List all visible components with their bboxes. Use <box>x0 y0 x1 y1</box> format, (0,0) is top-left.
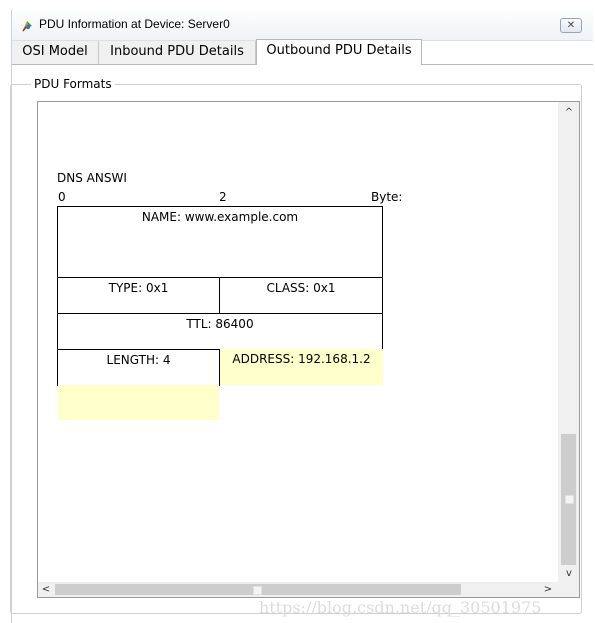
field-class-label: CLASS: 0x1 <box>266 281 336 295</box>
tab-bar: OSI Model Inbound PDU Details Outbound P… <box>12 39 593 65</box>
window-title: PDU Information at Device: Server0 <box>39 17 230 31</box>
tab-inbound-pdu-details[interactable]: Inbound PDU Details <box>99 41 256 64</box>
ruler-mid: 2 <box>219 190 227 204</box>
field-length-label: LENGTH: 4 <box>106 353 171 367</box>
field-class: CLASS: 0x1 <box>219 277 383 314</box>
close-button[interactable]: ✕ <box>560 18 582 33</box>
group-label: PDU Formats <box>31 76 115 92</box>
tab-label: OSI Model <box>22 44 88 59</box>
ruler-start: 0 <box>58 190 66 204</box>
tab-label: Inbound PDU Details <box>110 44 244 59</box>
pdu-format-scroll-pane[interactable]: DNS ANSWI 0 2 Byte: NAME: www.example.co… <box>37 101 580 598</box>
field-name-label: NAME: www.example.com <box>141 210 299 224</box>
grip-icon <box>253 586 262 595</box>
field-address: ADDRESS: 192.168.1.2 <box>220 349 383 385</box>
horizontal-scrollbar[interactable]: < > <box>38 582 558 597</box>
grip-icon <box>565 495 574 504</box>
packet-tracer-icon <box>22 21 32 32</box>
title-bar[interactable]: PDU Information at Device: Server0 ✕ <box>12 10 593 41</box>
ruler-unit: Byte: <box>371 190 403 204</box>
field-type-label: TYPE: 0x1 <box>108 281 169 295</box>
field-address-label: ADDRESS: 192.168.1.2 <box>232 352 371 366</box>
scroll-left-icon[interactable]: < <box>40 585 52 595</box>
scroll-up-icon[interactable]: ^ <box>563 108 575 118</box>
pdu-header: DNS ANSWI <box>57 171 127 185</box>
watermark: https://blog.csdn.net/qq_30501975 <box>259 598 542 617</box>
close-icon: ✕ <box>566 20 576 31</box>
vertical-scrollbar[interactable]: ^ v <box>558 102 579 582</box>
field-address-continuation <box>58 385 219 420</box>
field-name: NAME: www.example.com <box>57 206 383 278</box>
tab-osi-model[interactable]: OSI Model <box>12 41 99 64</box>
scroll-down-icon[interactable]: v <box>563 569 575 579</box>
tab-label: Outbound PDU Details <box>266 43 412 58</box>
scroll-right-icon[interactable]: > <box>542 585 554 595</box>
field-length: LENGTH: 4 <box>57 349 220 386</box>
field-ttl-label: TTL: 86400 <box>186 317 254 331</box>
field-type: TYPE: 0x1 <box>57 277 220 314</box>
scroll-corner <box>558 582 579 597</box>
tab-outbound-pdu-details[interactable]: Outbound PDU Details <box>256 39 422 65</box>
field-ttl: TTL: 86400 <box>57 313 383 350</box>
